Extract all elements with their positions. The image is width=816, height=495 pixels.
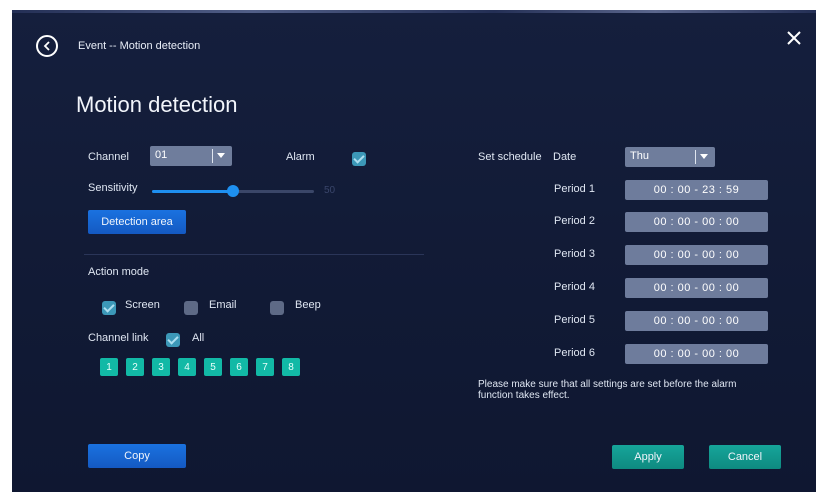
channel-chip-4[interactable]: 4	[178, 358, 196, 376]
channel-chip-8[interactable]: 8	[282, 358, 300, 376]
beep-label: Beep	[295, 299, 321, 311]
chevron-down-icon	[217, 153, 225, 158]
action-mode-label: Action mode	[88, 266, 150, 278]
date-select-value: Thu	[630, 150, 649, 162]
schedule-note: Please make sure that all settings are s…	[478, 379, 737, 401]
channel-link-label: Channel link	[88, 332, 149, 344]
cancel-button[interactable]: Cancel	[709, 445, 781, 469]
channel-chip-6[interactable]: 6	[230, 358, 248, 376]
period-2-label: Period 2	[554, 215, 595, 227]
email-checkbox[interactable]	[184, 301, 198, 315]
top-strip	[12, 10, 816, 13]
channel-chip-3[interactable]: 3	[152, 358, 170, 376]
sensitivity-label: Sensitivity	[88, 182, 138, 194]
sensitivity-value: 50	[324, 185, 336, 196]
channel-link-all-label: All	[192, 332, 205, 344]
sensitivity-slider-fill	[152, 190, 233, 193]
screen-checkbox[interactable]	[102, 301, 116, 315]
date-label: Date	[553, 151, 577, 163]
period-4-time[interactable]: 00 : 00 - 00 : 00	[625, 278, 768, 298]
channel-link-all-checkbox[interactable]	[166, 333, 180, 347]
channel-select-value: 01	[155, 149, 168, 161]
period-5-time[interactable]: 00 : 00 - 00 : 00	[625, 311, 768, 331]
period-2-time[interactable]: 00 : 00 - 00 : 00	[625, 212, 768, 232]
channel-chip-2[interactable]: 2	[126, 358, 144, 376]
close-icon[interactable]	[783, 27, 805, 49]
period-1-label: Period 1	[554, 183, 595, 195]
channel-label: Channel	[88, 151, 129, 163]
period-6-label: Period 6	[554, 347, 595, 359]
screen-label: Screen	[125, 299, 160, 311]
period-1-time[interactable]: 00 : 00 - 23 : 59	[625, 180, 768, 200]
set-schedule-label: Set schedule	[478, 151, 542, 163]
channel-chip-5[interactable]: 5	[204, 358, 222, 376]
channel-select[interactable]: 01	[150, 146, 232, 166]
period-3-time[interactable]: 00 : 00 - 00 : 00	[625, 245, 768, 265]
channel-chip-7[interactable]: 7	[256, 358, 274, 376]
email-label: Email	[209, 299, 237, 311]
detection-area-button[interactable]: Detection area	[88, 210, 186, 234]
date-select[interactable]: Thu	[625, 147, 715, 167]
page-title: Motion detection	[76, 92, 238, 117]
alarm-label: Alarm	[286, 151, 315, 163]
period-6-time[interactable]: 00 : 00 - 00 : 00	[625, 344, 768, 364]
breadcrumb: Event -- Motion detection	[78, 40, 201, 52]
period-3-label: Period 3	[554, 248, 595, 260]
sensitivity-slider-handle[interactable]	[227, 185, 239, 197]
channel-chip-1[interactable]: 1	[100, 358, 118, 376]
back-icon[interactable]	[36, 35, 58, 57]
alarm-checkbox[interactable]	[352, 152, 366, 166]
chevron-down-icon	[700, 154, 708, 159]
divider	[84, 254, 424, 255]
beep-checkbox[interactable]	[270, 301, 284, 315]
period-4-label: Period 4	[554, 281, 595, 293]
apply-button[interactable]: Apply	[612, 445, 684, 469]
sensitivity-slider[interactable]	[152, 185, 314, 197]
motion-detection-window: Event -- Motion detection Motion detecti…	[12, 10, 816, 492]
period-5-label: Period 5	[554, 314, 595, 326]
copy-button[interactable]: Copy	[88, 444, 186, 468]
